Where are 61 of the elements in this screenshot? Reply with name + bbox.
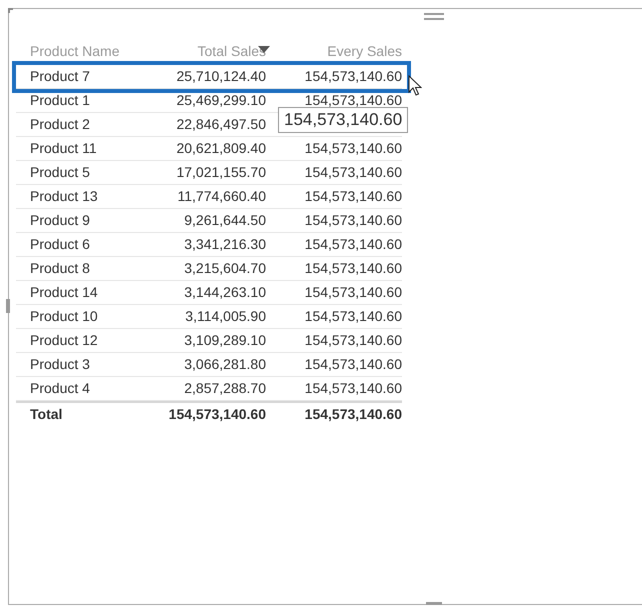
resize-handle-icon[interactable] (426, 602, 442, 605)
table-row[interactable]: Product 10 3,114,005.90 154,573,140.60 (16, 305, 406, 329)
table-cell: Product 14 (16, 281, 140, 305)
table-cell: 25,469,299.10 (140, 89, 266, 113)
table-cell: Product 8 (16, 257, 140, 281)
table-cell: 11,774,660.40 (140, 185, 266, 209)
table-row[interactable]: Product 12 3,109,289.10 154,573,140.60 (16, 329, 406, 353)
table-cell: 154,573,140.60 (266, 185, 402, 209)
table-row[interactable]: Product 5 17,021,155.70 154,573,140.60 (16, 161, 406, 185)
table-cell: Product 7 (16, 65, 140, 89)
table-cell: 2,857,288.70 (140, 377, 266, 401)
total-cell: Total (16, 401, 140, 425)
selected-row[interactable]: Product 7 25,710,124.40 154,573,140.60 (12, 61, 411, 93)
total-cell: 154,573,140.60 (140, 401, 266, 425)
table-cell: 154,573,140.60 (266, 209, 402, 233)
table-cell: 20,621,809.40 (140, 137, 266, 161)
table-cell: 17,021,155.70 (140, 161, 266, 185)
table-cell: Product 9 (16, 209, 140, 233)
table-cell: 3,341,216.30 (140, 233, 266, 257)
table-cell: Product 3 (16, 353, 140, 377)
table-cell: Product 6 (16, 233, 140, 257)
table-cell: Product 1 (16, 89, 140, 113)
table-cell: 154,573,140.60 (266, 281, 402, 305)
cursor-icon (408, 75, 422, 96)
table-cell: 154,573,140.60 (266, 137, 402, 161)
table-cell: Product 4 (16, 377, 140, 401)
table-cell: 154,573,140.60 (266, 329, 402, 353)
table-cell: Product 12 (16, 329, 140, 353)
table-row[interactable]: Product 8 3,215,604.70 154,573,140.60 (16, 257, 406, 281)
table-row[interactable]: Product 14 3,144,263.10 154,573,140.60 (16, 281, 406, 305)
table-cell: 3,144,263.10 (140, 281, 266, 305)
table-row[interactable]: Product 9 9,261,644.50 154,573,140.60 (16, 209, 406, 233)
grip-icon[interactable] (424, 13, 444, 21)
table-cell: 154,573,140.60 (266, 257, 402, 281)
table-row[interactable]: Product 11 20,621,809.40 154,573,140.60 (16, 137, 406, 161)
table-cell: 3,109,289.10 (140, 329, 266, 353)
table-row[interactable]: Product 6 3,341,216.30 154,573,140.60 (16, 233, 406, 257)
corner-icon (8, 8, 13, 13)
table-cell: 22,846,497.50 (140, 113, 266, 137)
table-cell: 3,114,005.90 (140, 305, 266, 329)
table-cell: Product 11 (16, 137, 140, 161)
table-cell: 154,573,140.60 (266, 233, 402, 257)
table-cell: 25,710,124.40 (140, 65, 266, 89)
table-cell: Product 5 (16, 161, 140, 185)
table-cell: 3,215,604.70 (140, 257, 266, 281)
table-cell: 154,573,140.60 (266, 65, 402, 89)
table-cell: 9,261,644.50 (140, 209, 266, 233)
table-row[interactable]: Product 4 2,857,288.70 154,573,140.60 (16, 377, 406, 401)
table-cell: 3,066,281.80 (140, 353, 266, 377)
table-cell: 154,573,140.60 (266, 161, 402, 185)
tooltip: 154,573,140.60 (278, 107, 408, 133)
resize-handle-icon[interactable] (6, 299, 10, 313)
table-cell: Product 13 (16, 185, 140, 209)
table-row[interactable]: Product 3 3,066,281.80 154,573,140.60 (16, 353, 406, 377)
table-cell: Product 2 (16, 113, 140, 137)
table-cell: Product 10 (16, 305, 140, 329)
table-cell: 154,573,140.60 (266, 305, 402, 329)
table-cell: 154,573,140.60 (266, 377, 402, 401)
total-cell: 154,573,140.60 (266, 401, 402, 425)
table-cell: 154,573,140.60 (266, 353, 402, 377)
table-row[interactable]: Product 13 11,774,660.40 154,573,140.60 (16, 185, 406, 209)
